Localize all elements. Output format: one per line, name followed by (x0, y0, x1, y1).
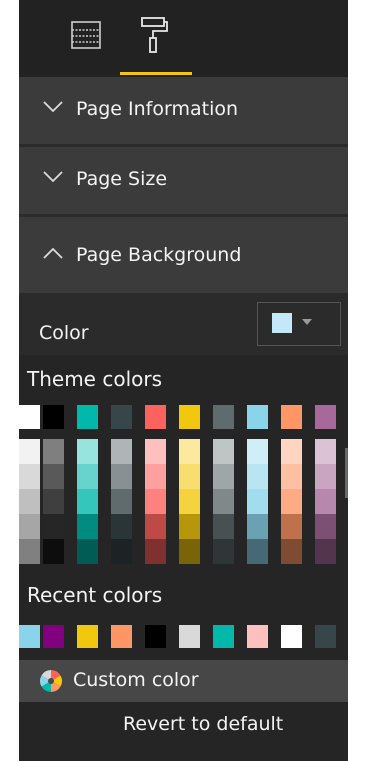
theme-shade-swatch[interactable] (19, 514, 40, 539)
color-label: Color (39, 322, 89, 344)
recent-color-swatch[interactable] (213, 625, 234, 648)
theme-shade-swatch[interactable] (77, 464, 98, 489)
theme-shade-swatch[interactable] (43, 539, 64, 564)
scrollbar-thumb[interactable] (345, 448, 348, 498)
theme-shade-swatch[interactable] (43, 439, 64, 464)
section-label: Page Background (76, 244, 242, 266)
theme-shade-swatch[interactable] (111, 514, 132, 539)
theme-shade-swatch[interactable] (145, 464, 166, 489)
theme-shade-swatch[interactable] (247, 489, 268, 514)
revert-to-default-button[interactable]: Revert to default (123, 713, 283, 735)
chevron-up-icon (43, 247, 63, 259)
theme-shade-swatch[interactable] (179, 539, 200, 564)
theme-shade-swatch[interactable] (111, 539, 132, 564)
theme-shade-swatch[interactable] (19, 539, 40, 564)
color-setting-row: Color (19, 296, 348, 354)
theme-shade-swatch[interactable] (247, 464, 268, 489)
theme-shade-swatch[interactable] (247, 439, 268, 464)
theme-color-swatch[interactable] (19, 405, 40, 429)
paint-roller-icon (141, 17, 168, 53)
section-page-size[interactable]: Page Size (19, 147, 348, 217)
theme-color-swatch[interactable] (247, 405, 268, 429)
active-tab-indicator (120, 72, 192, 75)
recent-colors-label: Recent colors (27, 583, 163, 607)
theme-shade-swatch[interactable] (213, 439, 234, 464)
theme-shade-swatch[interactable] (281, 489, 302, 514)
theme-shade-swatch[interactable] (247, 514, 268, 539)
theme-shade-swatch[interactable] (315, 489, 336, 514)
theme-color-swatch[interactable] (111, 405, 132, 429)
fields-grid-icon (71, 21, 101, 49)
theme-shade-swatch[interactable] (145, 539, 166, 564)
theme-shade-swatch[interactable] (281, 514, 302, 539)
theme-shade-swatch[interactable] (315, 514, 336, 539)
theme-shade-swatch[interactable] (43, 489, 64, 514)
chevron-down-icon (43, 101, 63, 113)
theme-shade-swatch[interactable] (19, 489, 40, 514)
theme-shade-swatch[interactable] (145, 439, 166, 464)
color-wheel-icon (40, 670, 62, 692)
theme-shade-swatch[interactable] (315, 539, 336, 564)
section-label: Page Size (76, 168, 168, 190)
theme-shade-swatch[interactable] (281, 464, 302, 489)
recent-color-swatch[interactable] (315, 625, 336, 648)
theme-color-swatch[interactable] (77, 405, 98, 429)
theme-color-swatch[interactable] (213, 405, 234, 429)
theme-shade-swatch[interactable] (281, 439, 302, 464)
theme-shade-swatch[interactable] (179, 439, 200, 464)
theme-shade-swatch[interactable] (19, 464, 40, 489)
theme-shade-swatch[interactable] (315, 439, 336, 464)
caret-down-icon (302, 319, 312, 325)
theme-shade-swatch[interactable] (179, 489, 200, 514)
theme-color-swatch[interactable] (179, 405, 200, 429)
custom-color-button[interactable]: Custom color (19, 660, 348, 702)
recent-color-swatch[interactable] (281, 625, 302, 648)
theme-shade-swatch[interactable] (213, 514, 234, 539)
section-label: Page Information (76, 98, 239, 120)
theme-shade-swatch[interactable] (179, 514, 200, 539)
recent-color-swatch[interactable] (19, 625, 40, 648)
recent-color-swatch[interactable] (111, 625, 132, 648)
theme-color-swatch[interactable] (281, 405, 302, 429)
theme-shade-swatch[interactable] (179, 464, 200, 489)
recent-color-swatch[interactable] (179, 625, 200, 648)
theme-shade-swatch[interactable] (43, 514, 64, 539)
recent-color-swatch[interactable] (77, 625, 98, 648)
chevron-down-icon (43, 171, 63, 183)
recent-color-swatch[interactable] (43, 625, 64, 648)
theme-shade-swatch[interactable] (77, 514, 98, 539)
theme-shade-swatch[interactable] (213, 539, 234, 564)
recent-color-swatch[interactable] (145, 625, 166, 648)
theme-shade-swatch[interactable] (77, 539, 98, 564)
theme-colors-label: Theme colors (27, 367, 163, 391)
theme-color-swatch[interactable] (315, 405, 336, 429)
tab-format[interactable] (120, 0, 190, 77)
theme-shade-swatch[interactable] (43, 464, 64, 489)
selected-color-swatch (272, 313, 292, 333)
theme-shade-swatch[interactable] (247, 539, 268, 564)
theme-shade-swatch[interactable] (315, 464, 336, 489)
color-dropdown: Theme colors Recent colors Custom color … (19, 355, 348, 761)
theme-shade-swatch[interactable] (111, 489, 132, 514)
theme-color-swatch[interactable] (43, 405, 64, 429)
theme-shade-swatch[interactable] (145, 514, 166, 539)
color-picker-button[interactable] (257, 302, 341, 346)
theme-shade-swatch[interactable] (77, 439, 98, 464)
theme-shade-swatch[interactable] (281, 539, 302, 564)
theme-shade-swatch[interactable] (77, 489, 98, 514)
custom-color-label: Custom color (73, 669, 199, 691)
pane-tab-strip (19, 0, 348, 77)
theme-shade-swatch[interactable] (213, 464, 234, 489)
theme-shade-swatch[interactable] (213, 489, 234, 514)
theme-shade-swatch[interactable] (145, 489, 166, 514)
recent-color-swatch[interactable] (247, 625, 268, 648)
theme-color-swatch[interactable] (145, 405, 166, 429)
theme-shade-swatch[interactable] (111, 439, 132, 464)
format-pane: Page Information Page Size Page Backgrou… (19, 0, 348, 761)
theme-shade-swatch[interactable] (19, 439, 40, 464)
section-page-background[interactable]: Page Background (19, 217, 348, 293)
theme-shade-swatch[interactable] (111, 464, 132, 489)
section-page-information[interactable]: Page Information (19, 77, 348, 147)
